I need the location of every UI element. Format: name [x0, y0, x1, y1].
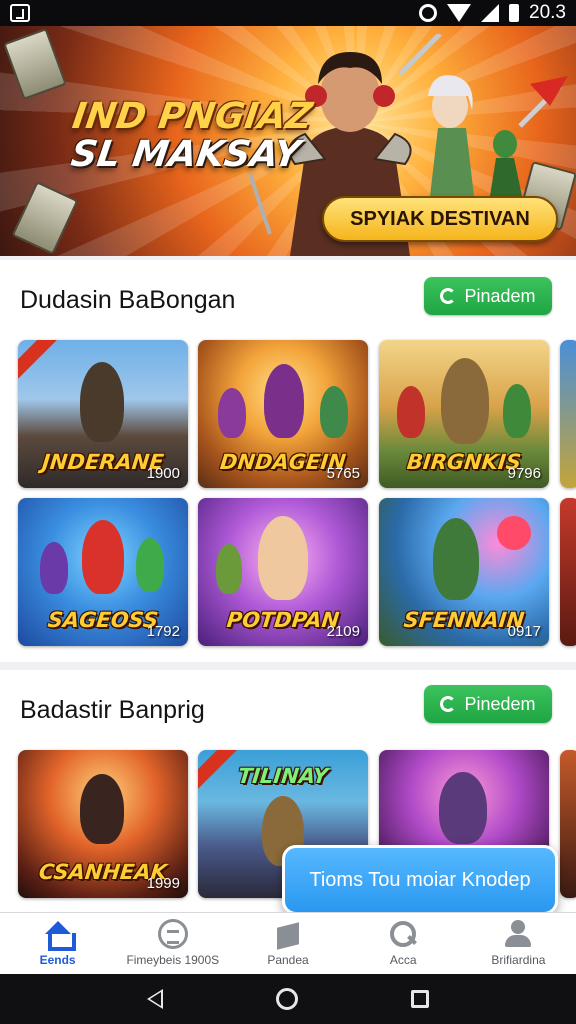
game-tile-character — [82, 520, 124, 594]
status-icons: 20.3 — [419, 2, 566, 24]
game-tile[interactable]: SFENNAIN 0917 — [379, 498, 549, 646]
game-tile[interactable]: JNDERANE 1900 — [18, 340, 188, 488]
game-tile-character — [433, 518, 479, 600]
game-tile-orb — [497, 516, 531, 550]
section-action-button[interactable]: Pinadem — [424, 277, 552, 315]
hero-banner[interactable]: IND PNGIAZ SL MAKSAY SPYIAK DESTIVAN — [0, 26, 576, 256]
game-tile-character — [80, 774, 124, 844]
game-tile[interactable]: DNDAGEIN 5765 — [198, 340, 368, 488]
game-tile-art — [560, 750, 576, 898]
game-count: 5765 — [326, 465, 360, 482]
promo-toast[interactable]: Tioms Tou moiar Knodep — [282, 845, 558, 915]
game-count: 2109 — [326, 623, 360, 640]
game-tile-art — [560, 340, 576, 488]
game-tile-art — [560, 498, 576, 646]
battery-icon — [509, 4, 520, 22]
section-action-label: Pinadem — [464, 285, 536, 306]
hero-side-characters-art — [428, 75, 568, 196]
back-icon[interactable] — [146, 989, 163, 1009]
home-circle-icon[interactable] — [275, 988, 298, 1010]
nav-label: Eends — [39, 953, 76, 967]
nav-label: Acca — [389, 953, 417, 967]
game-tile[interactable]: BIRGNKIS 9796 — [379, 340, 549, 488]
wifi-icon — [447, 4, 472, 22]
nav-item-sheets[interactable]: Fimeybeis 1900S — [115, 913, 230, 974]
clock: 20.3 — [529, 2, 566, 23]
bottom-navigation: Eends Fimeybeis 1900S Pandea Acca Brifia… — [0, 912, 576, 974]
nav-item-box[interactable]: Pandea — [230, 913, 345, 974]
game-title: TILINAY — [236, 764, 330, 788]
nav-item-search[interactable]: Acca — [346, 913, 461, 974]
person-icon — [502, 919, 534, 949]
section-dudasin-babongan: Dudasin BaBongan Pinadem JNDERANE 1900 D… — [0, 260, 576, 662]
game-tile-character — [80, 362, 124, 442]
app-icon — [10, 4, 30, 22]
nav-item-home[interactable]: Eends — [0, 913, 115, 974]
hero-cta-button[interactable]: SPYIAK DESTIVAN — [322, 196, 558, 242]
game-tile-character — [136, 538, 164, 592]
game-tile-character — [503, 384, 531, 438]
box-icon — [272, 919, 304, 949]
hero-title-line2: SL MAKSAY — [68, 133, 303, 175]
game-tile-character — [397, 386, 425, 438]
system-navigation-bar — [0, 974, 576, 1024]
nav-label: Pandea — [267, 953, 309, 967]
game-tile-partial[interactable] — [560, 498, 576, 646]
game-tile-character — [264, 364, 304, 438]
game-count: 1792 — [146, 623, 180, 640]
game-tile-character — [439, 772, 487, 844]
game-tile[interactable]: SAGEOSS 1792 — [18, 498, 188, 646]
game-tile-character — [441, 358, 489, 444]
section-title: Dudasin BaBongan — [20, 286, 236, 314]
game-count: 1900 — [146, 465, 180, 482]
section-action-button[interactable]: Pinedem — [424, 685, 552, 723]
game-tile-partial[interactable] — [560, 750, 576, 898]
game-tile-character — [258, 516, 308, 600]
app-screen: 20.3 IND PNGIAZ SL MAKSAY SPYIAK DESTIVA… — [0, 0, 576, 1024]
gear-icon — [419, 4, 438, 22]
game-count: 9796 — [507, 465, 541, 482]
game-count: 0917 — [507, 623, 541, 640]
nav-label: Fimeybeis 1900S — [126, 953, 220, 967]
game-tile-character — [216, 544, 242, 594]
section-title: Badastir Banprig — [20, 696, 205, 724]
home-icon — [42, 919, 76, 951]
nav-label: Brifiardina — [491, 953, 546, 967]
game-tile-partial[interactable] — [560, 340, 576, 488]
refresh-icon — [440, 288, 457, 304]
sheets-icon — [157, 919, 188, 949]
recents-icon[interactable] — [411, 990, 430, 1008]
nav-item-profile[interactable]: Brifiardina — [461, 913, 576, 974]
game-count: 1999 — [146, 875, 180, 892]
hero-title-line1: IND PNGIAZ — [69, 96, 315, 137]
game-tile-character — [40, 542, 68, 594]
search-icon — [387, 919, 419, 949]
status-bar: 20.3 — [0, 0, 576, 26]
game-tile[interactable]: POTDPAN 2109 — [198, 498, 368, 646]
game-tile-character — [320, 386, 348, 438]
hero-title: IND PNGIAZ SL MAKSAY — [65, 96, 315, 175]
game-tile-character — [218, 388, 246, 438]
signal-icon — [481, 4, 500, 22]
game-tile[interactable]: CSANHEAK 1999 — [18, 750, 188, 898]
section-action-label: Pinedem — [464, 693, 536, 714]
refresh-icon — [440, 696, 457, 712]
